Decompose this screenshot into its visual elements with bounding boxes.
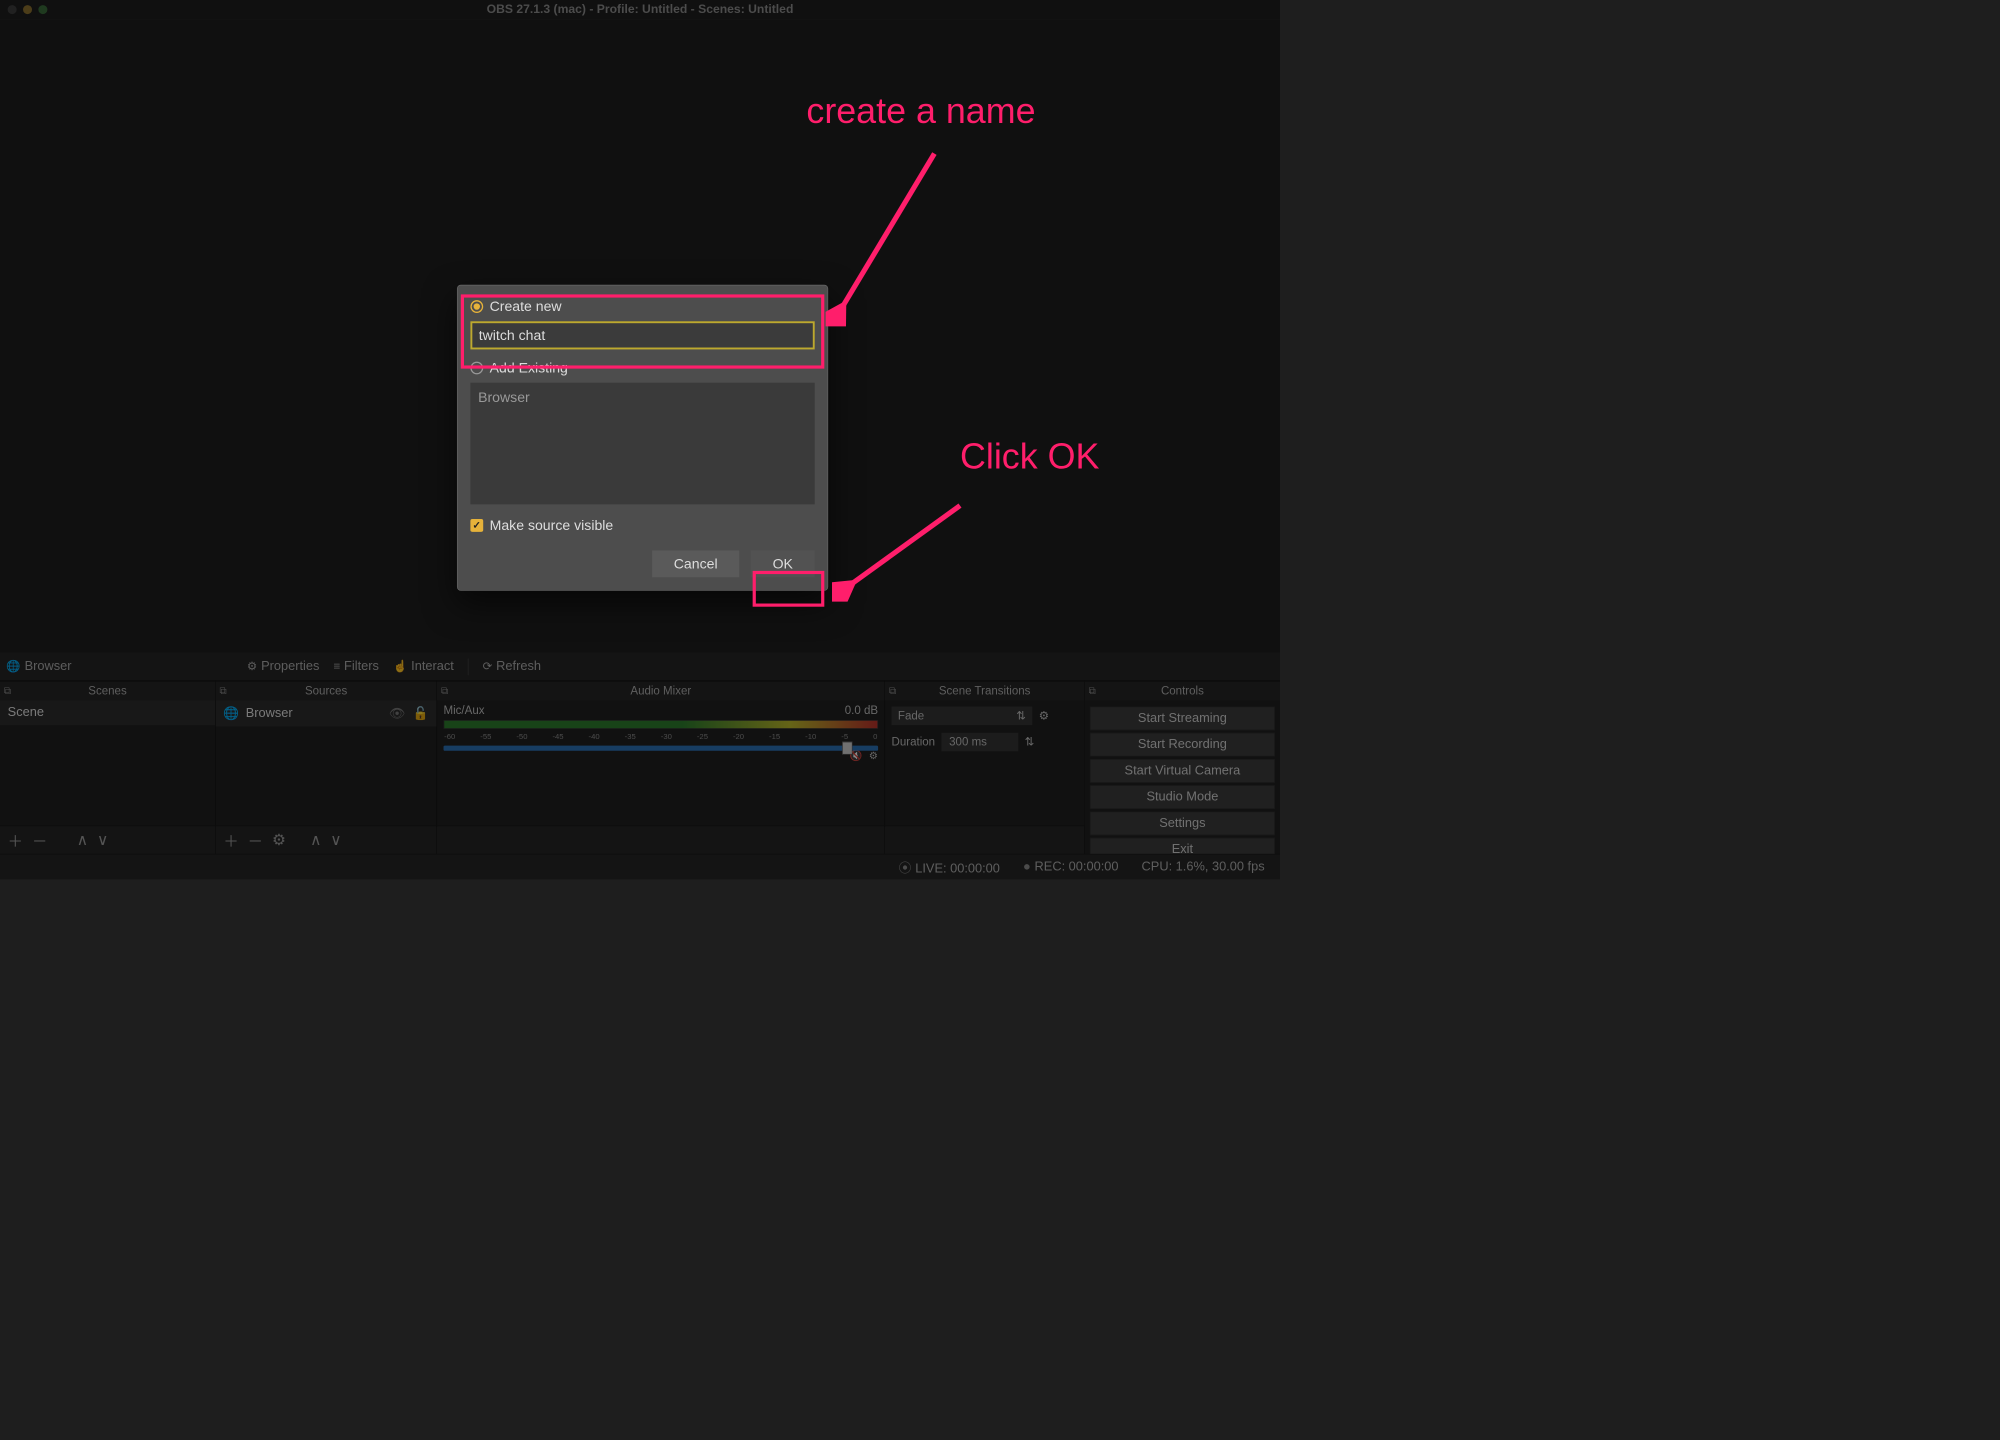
annotation-text-create-name: create a name <box>806 90 1035 132</box>
create-new-radio[interactable]: Create new <box>470 298 814 315</box>
existing-sources-list[interactable]: Browser <box>470 383 814 505</box>
checkbox-checked-icon: ✓ <box>470 519 483 532</box>
make-visible-checkbox[interactable]: ✓ Make source visible <box>470 517 814 534</box>
radio-unselected-icon <box>470 362 483 375</box>
annotation-arrow-1 <box>826 147 941 326</box>
existing-source-item[interactable]: Browser <box>478 389 807 406</box>
annotation-text-click-ok: Click OK <box>960 435 1099 477</box>
create-source-dialog: Create new Add Existing Browser ✓ Make s… <box>457 285 828 591</box>
cancel-button[interactable]: Cancel <box>652 550 739 577</box>
annotation-arrow-2 <box>832 499 973 601</box>
source-name-input[interactable] <box>470 321 814 349</box>
ok-button[interactable]: OK <box>751 550 815 577</box>
add-existing-radio[interactable]: Add Existing <box>470 360 814 377</box>
radio-selected-icon <box>470 300 483 313</box>
